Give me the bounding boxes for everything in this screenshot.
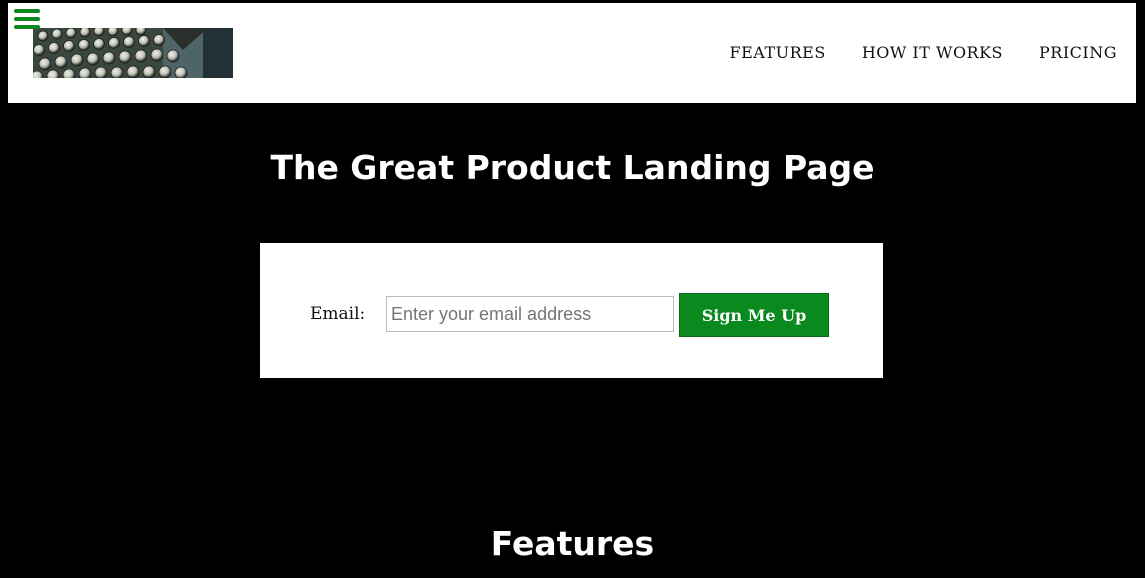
logo-image: [33, 28, 233, 78]
nav-link-features[interactable]: FEATURES: [730, 43, 826, 62]
signup-form: Email: Sign Me Up: [260, 243, 883, 378]
typewriter-keys-icon: [33, 28, 233, 78]
nav-link-pricing[interactable]: PRICING: [1039, 43, 1117, 62]
features-heading: Features: [490, 524, 655, 563]
sign-up-button[interactable]: Sign Me Up: [679, 293, 829, 337]
hero-title: The Great Product Landing Page: [270, 148, 875, 187]
main-nav: FEATURES HOW IT WORKS PRICING: [730, 43, 1118, 62]
nav-link-how-it-works[interactable]: HOW IT WORKS: [862, 43, 1003, 62]
header: FEATURES HOW IT WORKS PRICING: [8, 3, 1136, 103]
email-input[interactable]: [386, 296, 674, 332]
hamburger-menu-icon[interactable]: [14, 7, 40, 31]
email-label: Email:: [310, 304, 366, 324]
